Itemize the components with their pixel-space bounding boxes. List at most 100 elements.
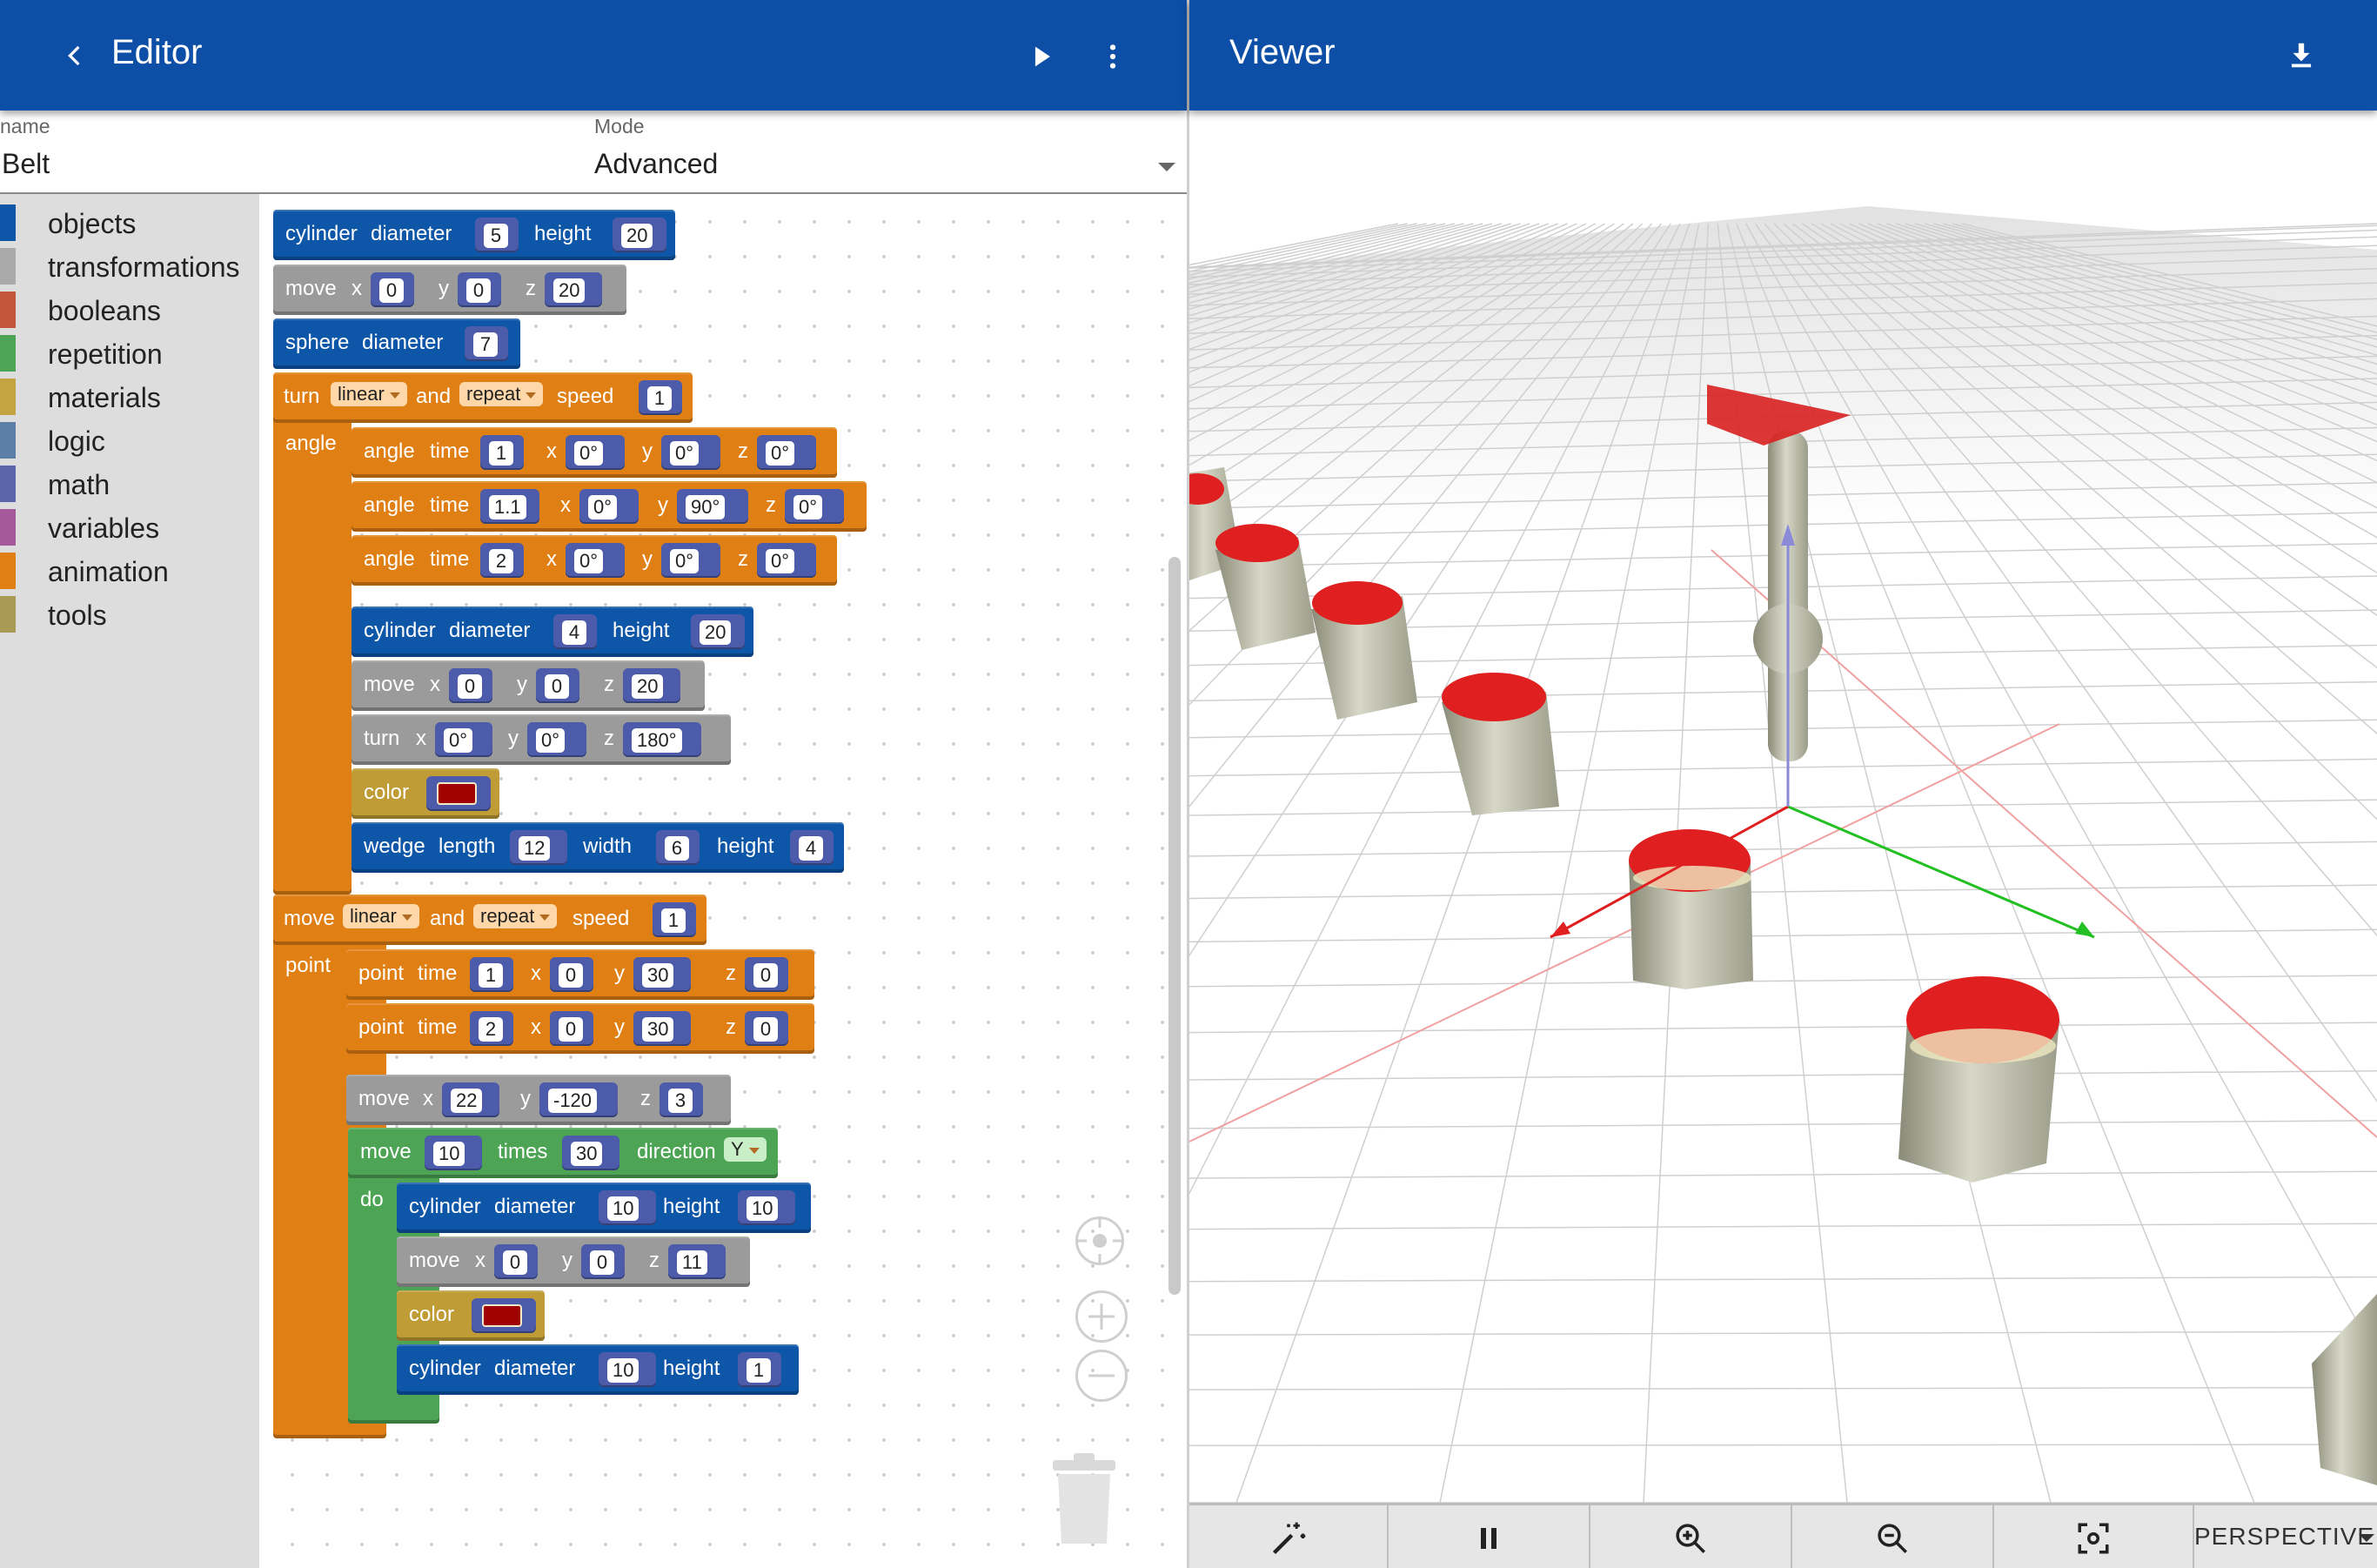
number-field[interactable]: 4 — [562, 620, 586, 645]
number-field[interactable]: 20 — [632, 674, 664, 699]
category-logic[interactable]: logic — [0, 419, 259, 462]
move-block[interactable]: move x 0 y 0 z 20 — [273, 265, 626, 315]
number-field[interactable]: 90° — [686, 495, 726, 519]
move-animation-block[interactable]: move linear and repeat speed 1 — [273, 895, 706, 945]
number-field[interactable]: 1 — [647, 386, 672, 411]
number-field[interactable]: 0° — [670, 549, 700, 573]
category-booleans[interactable]: booleans — [0, 288, 259, 332]
number-field[interactable]: 1 — [489, 441, 513, 466]
number-field[interactable]: 0° — [588, 495, 618, 519]
run-button[interactable] — [1020, 35, 1063, 78]
number-field[interactable]: -120 — [548, 1089, 598, 1113]
category-variables[interactable]: variables — [0, 506, 259, 549]
number-field[interactable]: 0° — [766, 441, 795, 466]
pause-button[interactable] — [1389, 1505, 1590, 1568]
repeat-move-block[interactable]: move 10 times 30 direction Y — [348, 1128, 778, 1178]
number-field[interactable]: 0° — [444, 728, 473, 753]
easing-dropdown[interactable]: linear — [343, 904, 419, 928]
number-field[interactable]: 2 — [489, 549, 513, 573]
number-field[interactable]: 10 — [607, 1358, 639, 1383]
angle-keyframe-block[interactable]: angle time 1.1 x 0° y 90° z 0° — [352, 481, 867, 532]
number-field[interactable]: 10 — [607, 1196, 639, 1221]
number-field[interactable]: 30 — [642, 963, 674, 988]
number-field[interactable]: 180° — [632, 728, 682, 753]
number-field[interactable]: 30 — [571, 1142, 603, 1166]
more-menu-button[interactable] — [1091, 35, 1135, 78]
download-button[interactable] — [2277, 31, 2326, 80]
category-transformations[interactable]: transformations — [0, 245, 259, 288]
number-field[interactable]: 0 — [545, 674, 569, 699]
number-field[interactable]: 0 — [559, 1017, 583, 1042]
number-field[interactable]: 1 — [747, 1358, 771, 1383]
cylinder-block[interactable]: cylinder diameter 5 height 20 — [273, 210, 675, 260]
back-button[interactable] — [54, 35, 96, 77]
number-field[interactable]: 0° — [536, 728, 566, 753]
number-field[interactable]: 2 — [479, 1017, 503, 1042]
cylinder-block[interactable]: cylinder diameter 10 height 1 — [397, 1344, 799, 1395]
category-tools[interactable]: tools — [0, 593, 259, 636]
number-field[interactable]: 22 — [451, 1089, 483, 1113]
number-field[interactable]: 0° — [670, 441, 700, 466]
category-animation[interactable]: animation — [0, 549, 259, 593]
number-field[interactable]: 0 — [559, 963, 583, 988]
sphere-block[interactable]: sphere diameter 7 — [273, 318, 520, 369]
move-block[interactable]: move x 0 y 0 z 11 — [397, 1236, 750, 1287]
number-field[interactable]: 0 — [503, 1250, 527, 1275]
number-field[interactable]: 11 — [677, 1250, 707, 1275]
number-field[interactable]: 1 — [661, 908, 686, 933]
category-math[interactable]: math — [0, 462, 259, 506]
number-field[interactable]: 20 — [621, 224, 653, 248]
category-materials[interactable]: materials — [0, 375, 259, 419]
number-field[interactable]: 0° — [793, 495, 823, 519]
number-field[interactable]: 0° — [574, 549, 604, 573]
angle-keyframe-block[interactable]: angle time 2 x 0° y 0° z 0° — [352, 535, 837, 586]
number-field[interactable]: 0 — [753, 963, 778, 988]
number-field[interactable]: 0° — [766, 549, 795, 573]
point-keyframe-block[interactable]: point time 1 x 0 y 30 z 0 — [346, 949, 814, 1000]
trash-can-icon[interactable] — [1049, 1451, 1119, 1547]
number-field[interactable]: 20 — [700, 620, 732, 645]
name-input[interactable]: Belt — [2, 148, 559, 180]
mode-select[interactable]: Advanced — [594, 148, 1186, 180]
color-swatch[interactable] — [437, 782, 477, 805]
move-block[interactable]: move x 0 y 0 z 20 — [352, 660, 705, 711]
turn-block[interactable]: turn x 0° y 0° z 180° — [352, 714, 731, 765]
number-field[interactable]: 3 — [668, 1089, 693, 1113]
number-field[interactable]: 0 — [458, 674, 482, 699]
color-block[interactable]: color — [397, 1290, 545, 1341]
camera-mode-select[interactable]: PERSPECTIVE — [2194, 1505, 2377, 1568]
point-keyframe-block[interactable]: point time 2 x 0 y 30 z 0 — [346, 1003, 814, 1054]
pane-divider[interactable] — [1187, 0, 1189, 1568]
number-field[interactable]: 0 — [379, 278, 404, 303]
number-field[interactable]: 0° — [574, 441, 604, 466]
fit-view-button[interactable] — [1994, 1505, 2194, 1568]
color-swatch[interactable] — [482, 1304, 522, 1327]
number-field[interactable]: 7 — [473, 332, 498, 357]
number-field[interactable]: 0 — [753, 1017, 778, 1042]
number-field[interactable]: 0 — [466, 278, 491, 303]
easing-dropdown[interactable]: linear — [331, 382, 407, 406]
number-field[interactable]: 1.1 — [489, 495, 526, 519]
category-repetition[interactable]: repetition — [0, 332, 259, 375]
angle-keyframe-block[interactable]: angle time 1 x 0° y 0° z 0° — [352, 427, 837, 478]
color-block[interactable]: color — [352, 768, 499, 819]
number-field[interactable]: 0 — [590, 1250, 614, 1275]
turn-animation-block[interactable]: turn linear and repeat speed 1 — [273, 372, 693, 423]
number-field[interactable]: 30 — [642, 1017, 674, 1042]
direction-dropdown[interactable]: Y — [724, 1137, 767, 1162]
wedge-block[interactable]: wedge length 12 width 6 height 4 — [352, 822, 844, 873]
number-field[interactable]: 5 — [484, 224, 508, 248]
number-field[interactable]: 10 — [747, 1196, 779, 1221]
number-field[interactable]: 1 — [479, 963, 503, 988]
number-field[interactable]: 4 — [799, 836, 823, 861]
loop-dropdown[interactable]: repeat — [459, 382, 544, 406]
cylinder-block[interactable]: cylinder diameter 10 height 10 — [397, 1183, 811, 1233]
number-field[interactable]: 6 — [665, 836, 689, 861]
category-objects[interactable]: objects — [0, 201, 259, 245]
number-field[interactable]: 10 — [433, 1142, 465, 1166]
zoom-out-button[interactable] — [1792, 1505, 1994, 1568]
zoom-out-workspace-button[interactable] — [1075, 1350, 1128, 1402]
workspace-scrollbar[interactable] — [1168, 557, 1181, 1295]
move-block[interactable]: move x 22 y -120 z 3 — [346, 1075, 731, 1125]
recenter-button[interactable] — [1075, 1216, 1124, 1265]
